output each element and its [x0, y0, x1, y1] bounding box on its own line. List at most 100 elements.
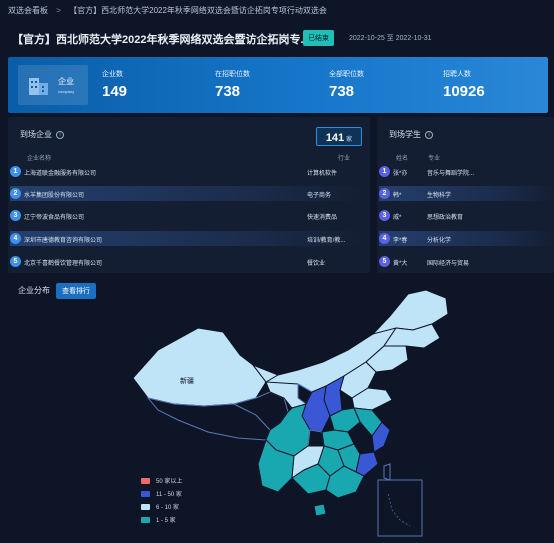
stat-label: 企业数 — [102, 71, 123, 78]
students-panel-title: 到场学生 i — [389, 129, 433, 140]
company-name: 深圳市唐德教育咨询有限公司 — [24, 238, 103, 244]
legend-item[interactable]: 50 家以上 — [141, 476, 182, 487]
list-item[interactable]: 1 张*亦 音乐与舞蹈学院... — [379, 164, 554, 179]
rank-badge: 2 — [10, 188, 21, 199]
student-name: 李*春 — [393, 238, 408, 244]
companies-title-text: 到场企业 — [20, 130, 52, 139]
legend-label: 50 家以上 — [156, 479, 183, 485]
company-distribution-map: 企业分布 查看排行 新疆 50 家以上 11 - 50 家 6 - 10 家 1… — [8, 280, 546, 542]
legend-swatch — [141, 504, 150, 511]
student-name: 张*亦 — [393, 171, 408, 177]
student-major: 国际经济与贸易 — [427, 261, 470, 267]
rank-badge: 1 — [379, 166, 390, 177]
company-icon-box: 企业 company — [18, 65, 88, 105]
rank-badge: 3 — [379, 210, 390, 221]
students-title-text: 到场学生 — [389, 130, 421, 139]
company-icon-label: 企业 — [58, 77, 74, 86]
info-icon[interactable]: i — [56, 130, 64, 139]
status-badge: 已结束 — [303, 30, 334, 46]
legend-swatch — [141, 491, 150, 498]
stat-open-positions: 在招职位数 738 — [215, 69, 250, 100]
legend-label: 1 - 5 家 — [156, 518, 176, 524]
table-row[interactable]: 1 上海道联金融服务有限公司 计算机软件 — [10, 164, 362, 179]
breadcrumb-current: 【官方】西北师范大学2022年秋季网络双选会暨访企拓岗专项行动双选会 — [69, 6, 327, 15]
stat-headcount: 招聘人数 10926 — [443, 69, 485, 100]
date-range: 2022-10-25 至 2022-10-31 — [349, 35, 432, 42]
rank-badge: 4 — [10, 233, 21, 244]
map-region-fujian — [355, 451, 379, 477]
legend-item[interactable]: 1 - 5 家 — [141, 515, 182, 526]
map-region-hainan — [313, 503, 327, 517]
china-map[interactable]: 新疆 — [8, 280, 546, 542]
legend-item[interactable]: 11 - 50 家 — [141, 489, 182, 500]
rank-badge: 3 — [10, 210, 21, 221]
company-name: 北京千喜鹤餐饮管理有限公司 — [24, 261, 103, 267]
students-panel: 到场学生 i 姓名 专业 1 张*亦 音乐与舞蹈学院... 2 韩* 生物科学 3… — [377, 117, 554, 273]
stat-all-positions: 全部职位数 738 — [329, 69, 364, 100]
list-item[interactable]: 2 韩* 生物科学 — [379, 186, 554, 201]
table-row[interactable]: 3 辽宁帝波食品有限公司 快速消费品 — [10, 208, 362, 223]
student-name: 黄*大 — [393, 261, 408, 267]
breadcrumb-separator: > — [56, 6, 61, 15]
column-header-industry: 行业 — [338, 156, 351, 162]
rank-badge: 2 — [379, 188, 390, 199]
rank-badge: 5 — [10, 256, 21, 267]
south-china-sea-inset — [377, 479, 423, 537]
map-region-label: 新疆 — [180, 376, 194, 385]
student-major: 生物科学 — [427, 193, 452, 199]
breadcrumb: 双选会看板 > 【官方】西北师范大学2022年秋季网络双选会暨访企拓岗专项行动双… — [8, 5, 327, 16]
company-industry: 快速消费品 — [307, 215, 338, 221]
stat-value: 738 — [329, 83, 355, 100]
company-industry: 餐饮业 — [307, 261, 326, 267]
company-name: 水羊集团股份有限公司 — [24, 193, 85, 199]
info-icon[interactable]: i — [425, 130, 433, 139]
stat-value: 149 — [102, 83, 128, 100]
stat-label: 全部职位数 — [329, 71, 364, 78]
page-title: 【官方】西北师范大学2022年秋季网络双选会暨访企拓岗专... — [12, 34, 310, 46]
map-region-taiwan — [383, 463, 391, 481]
rank-badge: 4 — [379, 233, 390, 244]
rank-badge: 5 — [379, 256, 390, 267]
student-name: 戚* — [393, 215, 402, 221]
company-count-unit: 家 — [346, 137, 353, 143]
table-row[interactable]: 5 北京千喜鹤餐饮管理有限公司 餐饮业 — [10, 254, 362, 269]
map-region-xinjiang — [132, 327, 267, 407]
student-major: 思想政治教育 — [427, 215, 464, 221]
company-industry: 培训/教育/教... — [307, 238, 346, 244]
companies-panel: 到场企业 i 141 家 企业名称 行业 1 上海道联金融服务有限公司 计算机软件 … — [8, 117, 370, 273]
company-name: 辽宁帝波食品有限公司 — [24, 215, 85, 221]
stats-banner: 企业 company 企业数 149 在招职位数 738 全部职位数 738 招… — [8, 57, 548, 113]
legend-item[interactable]: 6 - 10 家 — [141, 502, 182, 513]
rank-badge: 1 — [10, 166, 21, 177]
breadcrumb-home[interactable]: 双选会看板 — [8, 6, 48, 15]
event-header: 【官方】西北师范大学2022年秋季网络双选会暨访企拓岗专... 已结束 2022… — [8, 29, 548, 49]
legend-label: 11 - 50 家 — [156, 492, 182, 498]
list-item[interactable]: 4 李*春 分析化学 — [379, 231, 554, 246]
map-legend: 50 家以上 11 - 50 家 6 - 10 家 1 - 5 家 — [141, 476, 182, 528]
company-industry: 计算机软件 — [307, 171, 338, 177]
map-region-heilongjiang — [371, 289, 449, 335]
column-header-student-name: 姓名 — [396, 156, 409, 162]
legend-label: 6 - 10 家 — [156, 505, 180, 511]
company-name: 上海道联金融服务有限公司 — [24, 171, 97, 177]
student-major: 分析化学 — [427, 238, 452, 244]
stat-value: 10926 — [443, 83, 485, 100]
legend-swatch — [141, 517, 150, 524]
column-header-major: 专业 — [428, 156, 441, 162]
table-row[interactable]: 4 深圳市唐德教育咨询有限公司 培训/教育/教... — [10, 231, 362, 246]
column-header-company-name: 企业名称 — [27, 156, 52, 162]
table-row[interactable]: 2 水羊集团股份有限公司 电子商务 — [10, 186, 362, 201]
student-major: 音乐与舞蹈学院... — [427, 171, 475, 177]
student-name: 韩* — [393, 193, 402, 199]
list-item[interactable]: 3 戚* 思想政治教育 — [379, 208, 554, 223]
companies-panel-title: 到场企业 i — [20, 129, 64, 140]
company-icon-sublabel: company — [58, 89, 75, 94]
company-count: 141 — [325, 132, 345, 144]
legend-swatch — [141, 478, 150, 485]
stat-label: 招聘人数 — [443, 71, 471, 78]
company-industry: 电子商务 — [307, 193, 332, 199]
company-count-box: 141 家 — [316, 127, 362, 146]
list-item[interactable]: 5 黄*大 国际经济与贸易 — [379, 254, 554, 269]
building-icon — [29, 78, 48, 95]
stat-value: 738 — [215, 83, 241, 100]
